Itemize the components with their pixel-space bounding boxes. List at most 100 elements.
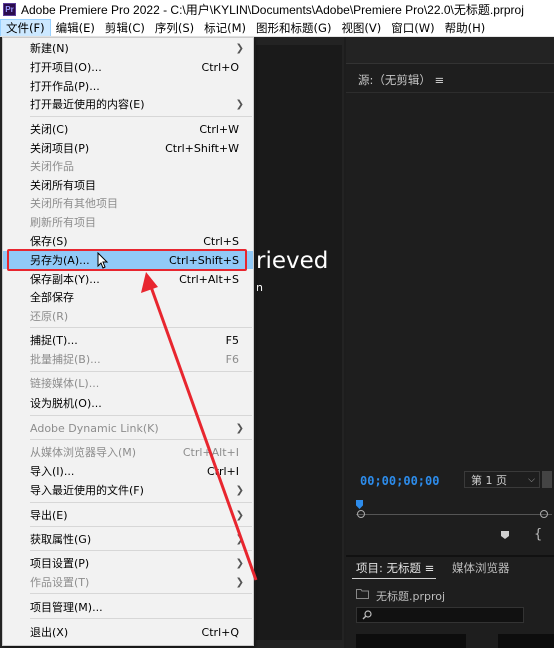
menu-item-open-project[interactable]: 打开项目(O)... Ctrl+O xyxy=(3,58,253,76)
menu-item-label: 还原(R) xyxy=(30,310,69,323)
submenu-arrow-icon: ❯ xyxy=(235,98,244,110)
menu-item-shortcut: Ctrl+O xyxy=(201,60,239,74)
menu-item-label: 从媒体浏览器导入(M) xyxy=(30,446,137,459)
welcome-subtext: n xyxy=(256,281,263,294)
project-tab[interactable]: 项目: 无标题 ≡ xyxy=(356,560,434,576)
menu-item-label: 全部保存 xyxy=(30,291,74,304)
menu-help[interactable]: 帮助(H) xyxy=(440,19,491,36)
menu-item-exit[interactable]: 退出(X) Ctrl+Q xyxy=(3,623,253,641)
time-ruler[interactable] xyxy=(356,500,552,516)
menu-item-label: 打开项目(O)... xyxy=(30,61,102,74)
source-monitor-tab[interactable]: 源:（无剪辑） ≡ xyxy=(358,72,444,88)
submenu-arrow-icon: ❯ xyxy=(235,484,244,496)
menu-bar: 文件(F) 编辑(E) 剪辑(C) 序列(S) 标记(M) 图形和标题(G) 视… xyxy=(0,19,554,37)
home-panel-content xyxy=(256,45,342,640)
menu-item-label: 项目管理(M)... xyxy=(30,601,103,614)
menu-item-label: 退出(X) xyxy=(30,626,69,639)
menu-item-new[interactable]: 新建(N) ❯ xyxy=(3,39,253,57)
menu-item-link-media: 链接媒体(L)... xyxy=(3,374,253,392)
menu-separator xyxy=(30,116,252,117)
submenu-arrow-icon: ❯ xyxy=(235,42,244,54)
menu-item-open-recent[interactable]: 打开最近使用的内容(E) ❯ xyxy=(3,95,253,113)
menu-item-batch-capture: 批量捕捉(B)... F6 xyxy=(3,350,253,368)
menu-item-label: 项目设置(P) xyxy=(30,557,90,570)
menu-item-import-recent[interactable]: 导入最近使用的文件(F) ❯ xyxy=(3,481,253,499)
menu-item-make-offline[interactable]: 设为脱机(O)... xyxy=(3,394,253,412)
menu-item-capture[interactable]: 捕捉(T)... F5 xyxy=(3,331,253,349)
menu-item-label: 导出(E) xyxy=(30,509,68,522)
menu-item-label: 关闭所有其他项目 xyxy=(30,197,118,210)
menu-separator xyxy=(30,593,252,594)
menu-markers[interactable]: 标记(M) xyxy=(199,19,251,36)
project-file-name: 无标题.prproj xyxy=(376,590,446,603)
menu-separator xyxy=(30,550,252,551)
source-timecode[interactable]: 00;00;00;00 xyxy=(360,474,439,488)
source-panel-header-bg xyxy=(346,37,554,63)
menu-window[interactable]: 窗口(W) xyxy=(386,19,439,36)
mark-in-icon[interactable]: { xyxy=(534,527,542,542)
menu-item-save-all[interactable]: 全部保存 xyxy=(3,288,253,306)
menu-item-label: 打开作品(P)... xyxy=(30,80,100,93)
menu-item-project-settings[interactable]: 项目设置(P) ❯ xyxy=(3,554,253,572)
menu-item-production-settings: 作品设置(T) ❯ xyxy=(3,573,253,591)
zoom-handle-right[interactable] xyxy=(540,510,548,518)
chevron-down-icon: ⌵ xyxy=(528,474,535,485)
menu-item-label: 新建(N) xyxy=(30,42,69,55)
menu-sequence[interactable]: 序列(S) xyxy=(150,19,199,36)
menu-item-refresh-all: 刷新所有项目 xyxy=(3,213,253,231)
zoom-handle-left[interactable] xyxy=(357,510,365,518)
submenu-arrow-icon: ❯ xyxy=(235,557,244,569)
menu-item-open-production[interactable]: 打开作品(P)... xyxy=(3,77,253,95)
menu-file[interactable]: 文件(F) xyxy=(0,19,51,36)
menu-edit[interactable]: 编辑(E) xyxy=(51,19,100,36)
menu-item-shortcut: Ctrl+Q xyxy=(201,625,239,639)
menu-clip[interactable]: 剪辑(C) xyxy=(100,19,150,36)
page-select-value: 第 1 页 xyxy=(471,473,507,487)
menu-item-label: 保存副本(Y)... xyxy=(30,273,100,286)
menu-item-export[interactable]: 导出(E) ❯ xyxy=(3,506,253,524)
menu-separator xyxy=(30,439,252,440)
menu-view[interactable]: 视图(V) xyxy=(336,19,386,36)
menu-item-project-manager[interactable]: 项目管理(M)... xyxy=(3,598,253,616)
menu-item-close-production: 关闭作品 xyxy=(3,157,253,175)
menu-item-label: 导入最近使用的文件(F) xyxy=(30,484,144,497)
page-select[interactable]: 第 1 页 ⌵ xyxy=(464,471,540,488)
menu-item-label: 批量捕捉(B)... xyxy=(30,353,101,366)
menu-separator xyxy=(30,371,252,372)
menu-item-label: Adobe Dynamic Link(K) xyxy=(30,421,159,435)
menu-item-import[interactable]: 导入(I)... Ctrl+I xyxy=(3,462,253,480)
menu-item-label: 捕捉(T)... xyxy=(30,334,78,347)
menu-item-close-project[interactable]: 关闭项目(P) Ctrl+Shift+W xyxy=(3,139,253,157)
menu-item-shortcut: Ctrl+I xyxy=(206,464,239,478)
window-title: Adobe Premiere Pro 2022 - C:\用户\KYLIN\Do… xyxy=(21,3,524,17)
menu-separator xyxy=(30,502,252,503)
menu-item-get-properties[interactable]: 获取属性(G) ❯ xyxy=(3,530,253,548)
project-item-thumbnail[interactable] xyxy=(498,634,554,648)
menu-item-save-copy[interactable]: 保存副本(Y)... Ctrl+Alt+S xyxy=(3,270,253,288)
submenu-arrow-icon: ❯ xyxy=(235,533,244,545)
menu-item-save[interactable]: 保存(S) Ctrl+S xyxy=(3,232,253,250)
menu-separator xyxy=(30,415,252,416)
project-search-input[interactable] xyxy=(356,607,524,623)
menu-item-label: 刷新所有项目 xyxy=(30,216,96,229)
menu-item-close[interactable]: 关闭(C) Ctrl+W xyxy=(3,120,253,138)
scrollbar-handle[interactable] xyxy=(542,471,552,488)
project-folder-icon xyxy=(356,589,369,599)
add-marker-icon[interactable] xyxy=(500,530,510,540)
menu-item-shortcut: Ctrl+S xyxy=(203,234,239,248)
media-browser-tab[interactable]: 媒体浏览器 xyxy=(452,560,510,576)
menu-item-label: 打开最近使用的内容(E) xyxy=(30,98,145,111)
playhead-icon[interactable] xyxy=(356,500,363,509)
mouse-pointer-icon xyxy=(97,252,109,269)
menu-item-label: 关闭(C) xyxy=(30,123,69,136)
menu-item-label: 关闭所有项目 xyxy=(30,179,96,192)
menu-separator xyxy=(30,618,252,619)
menu-item-close-other-projects: 关闭所有其他项目 xyxy=(3,194,253,212)
menu-graphics[interactable]: 图形和标题(G) xyxy=(251,19,336,36)
project-item-thumbnail[interactable] xyxy=(356,634,466,648)
menu-item-import-media-browser: 从媒体浏览器导入(M) Ctrl+Alt+I xyxy=(3,443,253,461)
active-tab-underline xyxy=(352,578,436,579)
submenu-arrow-icon: ❯ xyxy=(235,576,244,588)
menu-item-revert: 还原(R) xyxy=(3,307,253,325)
menu-item-close-all-projects[interactable]: 关闭所有项目 xyxy=(3,176,253,194)
